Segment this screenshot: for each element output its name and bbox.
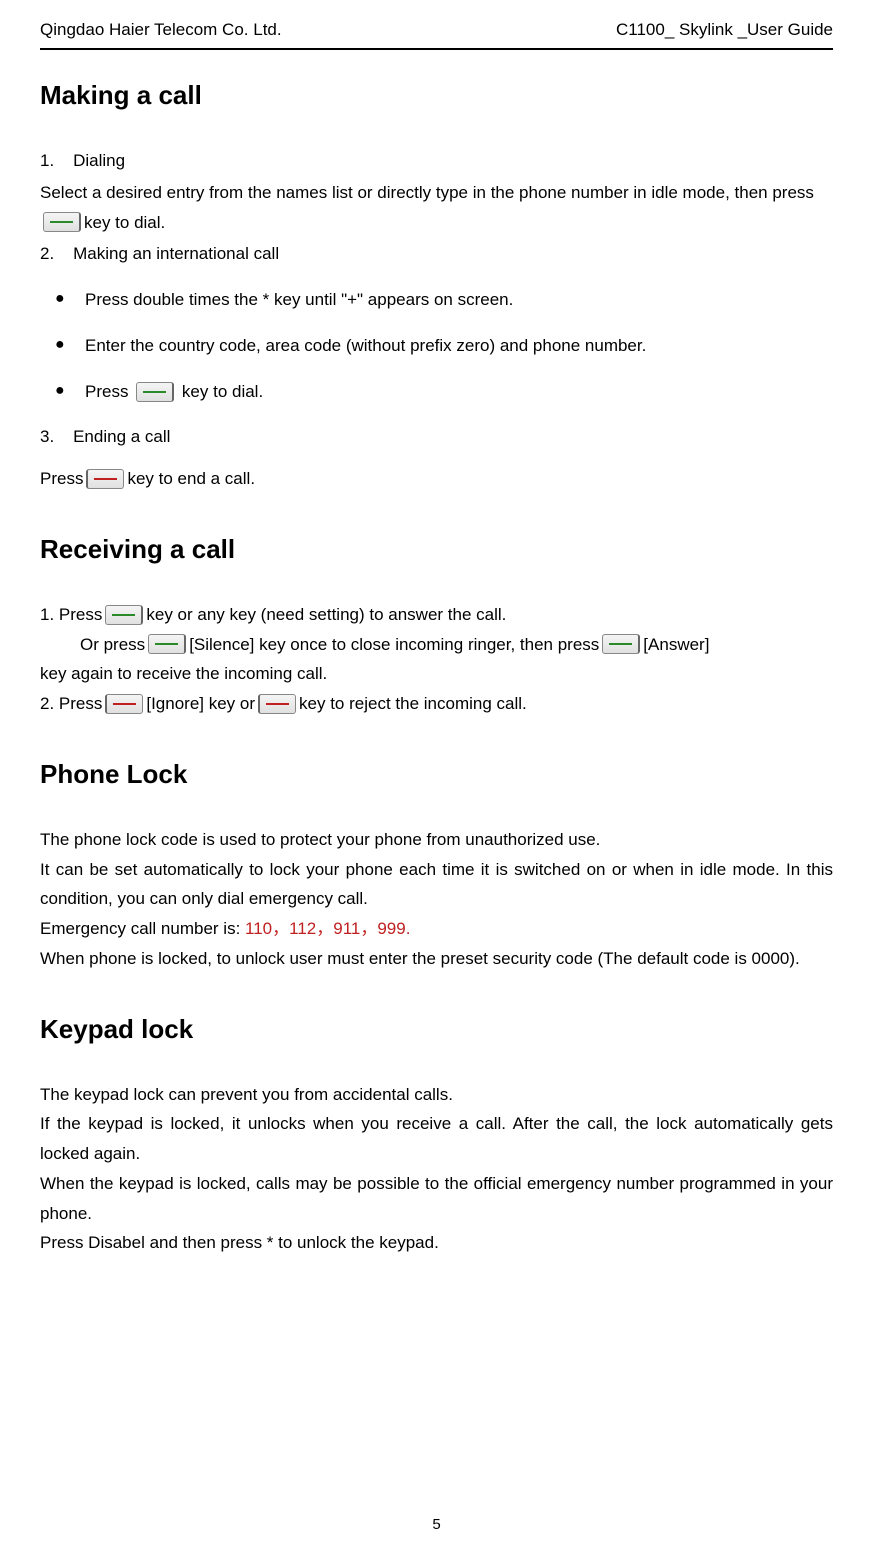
pl-p4: When phone is locked, to unlock user mus…	[40, 944, 833, 974]
num-1: 1.	[40, 151, 54, 170]
text-end-a: Press	[40, 464, 83, 494]
header-right: C1100_ Skylink _User Guide	[616, 20, 833, 40]
bullet-1: Press double times the * key until "+" a…	[55, 285, 833, 315]
rc-4a: 2. Press	[40, 689, 102, 719]
call-key-icon	[136, 382, 174, 402]
pl-emergency-numbers: 110，112，911，999.	[245, 919, 410, 938]
call-key-icon	[602, 634, 640, 654]
rc-1b: key or any key (need setting) to answer …	[146, 600, 506, 630]
bullet-3: Press key to dial.	[55, 377, 833, 407]
label-dialing: Dialing	[73, 151, 125, 170]
bullet3-a: Press	[85, 382, 133, 401]
rc-4b: [Ignore] key or	[146, 689, 255, 719]
receiving-call-body: 1. Press key or any key (need setting) t…	[40, 600, 833, 719]
heading-making-call: Making a call	[40, 80, 833, 111]
heading-keypad-lock: Keypad lock	[40, 1014, 833, 1045]
kl-p1: The keypad lock can prevent you from acc…	[40, 1080, 833, 1110]
kl-p4: Press Disabel and then press * to unlock…	[40, 1228, 833, 1258]
call-key-icon	[43, 212, 81, 232]
heading-receiving-call: Receiving a call	[40, 534, 833, 565]
bullet3-b: key to dial.	[182, 382, 263, 401]
page-number: 5	[0, 1516, 873, 1533]
rc-4c: key to reject the incoming call.	[299, 689, 527, 719]
bullet-2: Enter the country code, area code (witho…	[55, 331, 833, 361]
pl-p1: The phone lock code is used to protect y…	[40, 825, 833, 855]
end-key-icon	[86, 469, 124, 489]
text-dial-b: key to dial.	[84, 208, 165, 238]
num-2: 2.	[40, 244, 54, 263]
rc-2b: [Silence] key once to close incoming rin…	[189, 630, 599, 660]
label-ending: Ending a call	[73, 427, 170, 446]
page-header: Qingdao Haier Telecom Co. Ltd. C1100_ Sk…	[40, 20, 833, 50]
pl-p3a: Emergency call number is:	[40, 919, 245, 938]
rc-1a: 1. Press	[40, 600, 102, 630]
kl-p2: If the keypad is locked, it unlocks when…	[40, 1109, 833, 1169]
pl-p2: It can be set automatically to lock your…	[40, 855, 833, 915]
call-key-icon	[148, 634, 186, 654]
label-international: Making an international call	[73, 244, 279, 263]
header-left: Qingdao Haier Telecom Co. Ltd.	[40, 20, 282, 40]
end-key-icon	[258, 694, 296, 714]
end-key-icon	[105, 694, 143, 714]
num-3: 3.	[40, 427, 54, 446]
text-dial-a: Select a desired entry from the names li…	[40, 178, 814, 208]
call-key-icon	[105, 605, 143, 625]
text-end-b: key to end a call.	[127, 464, 255, 494]
rc-2a: Or press	[80, 630, 145, 660]
keypad-lock-body: The keypad lock can prevent you from acc…	[40, 1080, 833, 1259]
heading-phone-lock: Phone Lock	[40, 759, 833, 790]
kl-p3: When the keypad is locked, calls may be …	[40, 1169, 833, 1229]
rc-2c: [Answer]	[643, 630, 709, 660]
phone-lock-body: The phone lock code is used to protect y…	[40, 825, 833, 974]
making-call-body: 1. Dialing Select a desired entry from t…	[40, 146, 833, 494]
rc-3: key again to receive the incoming call.	[40, 659, 833, 689]
